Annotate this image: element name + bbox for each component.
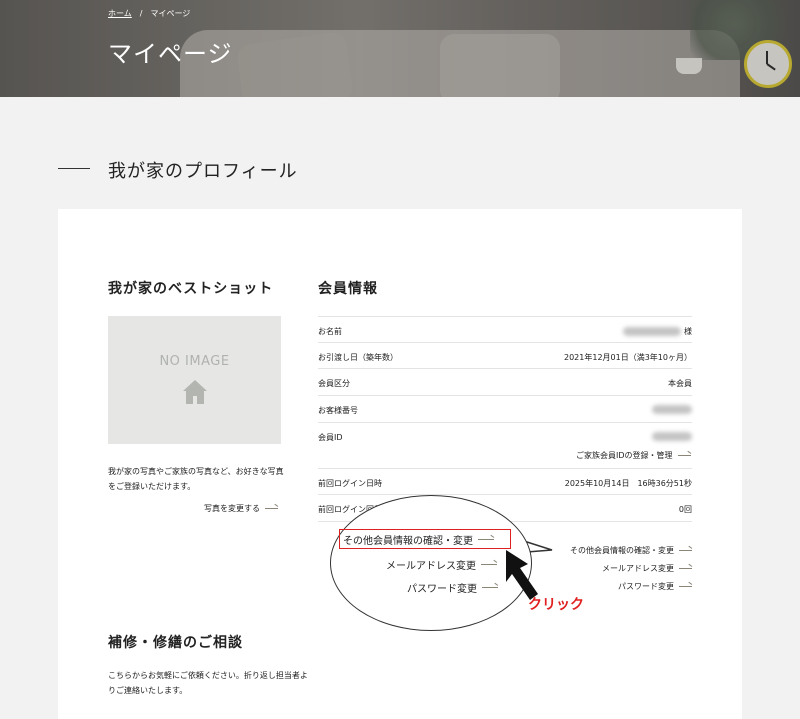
photo-description: 我が家の写真やご家族の写真など、お好きな写真をご登録いただけます。 — [108, 467, 284, 491]
arrow-right-icon — [481, 564, 497, 565]
arrow-right-icon — [482, 587, 498, 588]
arrow-right-icon — [677, 455, 691, 456]
photo-placeholder: NO IMAGE — [108, 316, 281, 444]
arrow-right-icon — [679, 568, 692, 569]
member-row-name: お名前 様 — [318, 316, 692, 343]
row-value: 0回 — [678, 505, 692, 514]
row-label: お客様番号 — [318, 406, 358, 415]
hero-banner: ホーム / マイページ マイページ — [0, 0, 800, 97]
repair-description: こちらからお気軽にご依頼ください。折り返し担当者よりご連絡いたします。 — [108, 671, 308, 695]
arrow-right-icon — [679, 550, 692, 551]
row-value: 2025年10月14日 16時36分51秒 — [564, 479, 692, 488]
row-label: 会員ID — [318, 433, 343, 442]
row-value — [652, 432, 692, 441]
repair-heading: 補修・修繕のご相談 — [108, 635, 243, 651]
callout-password-change-label: パスワード変更 — [407, 584, 477, 595]
row-label: お名前 — [318, 327, 342, 336]
section-title-line — [58, 168, 90, 169]
breadcrumb-current: マイページ — [150, 9, 191, 18]
callout-password-change-link[interactable]: パスワード変更 — [407, 580, 498, 595]
arrow-right-icon — [679, 586, 692, 587]
breadcrumb-separator: / — [139, 9, 143, 18]
honorific-suffix: 様 — [684, 327, 692, 336]
house-icon — [183, 380, 207, 404]
arrow-right-icon — [265, 508, 278, 509]
member-row-membership-type: 会員区分 本会員 — [318, 368, 692, 395]
family-id-link[interactable]: ご家族会員IDの登録・管理 — [576, 450, 691, 461]
masked-value — [652, 405, 692, 414]
other-info-label: その他会員情報の確認・変更 — [570, 546, 674, 555]
page-title: マイページ — [108, 40, 233, 68]
no-image-label: NO IMAGE — [159, 354, 230, 369]
member-row-last-login: 前回ログイン日時 2025年10月14日 16時36分51秒 — [318, 468, 692, 495]
callout-email-change-label: メールアドレス変更 — [386, 561, 476, 572]
callout-email-change-link[interactable]: メールアドレス変更 — [386, 557, 497, 572]
masked-value — [623, 327, 682, 336]
change-photo-label: 写真を変更する — [204, 504, 260, 513]
masked-value — [652, 432, 692, 441]
row-value: 本会員 — [668, 379, 692, 388]
row-label: お引渡し日（築年数） — [318, 353, 398, 362]
email-change-link[interactable]: メールアドレス変更 — [602, 563, 692, 574]
other-info-link[interactable]: その他会員情報の確認・変更 — [570, 545, 692, 556]
row-value — [652, 405, 692, 414]
member-row-member-id: 会員ID — [318, 422, 692, 469]
click-annotation: クリック — [528, 597, 584, 613]
row-label: 前回ログイン日時 — [318, 479, 382, 488]
family-id-label: ご家族会員IDの登録・管理 — [576, 451, 673, 460]
section-title: 我が家のプロフィール — [108, 161, 298, 182]
best-shot-heading: 我が家のベストショット — [108, 281, 274, 297]
row-value: 様 — [623, 326, 692, 337]
email-change-label: メールアドレス変更 — [602, 564, 674, 573]
change-photo-link[interactable]: 写真を変更する — [204, 503, 278, 514]
password-change-label: パスワード変更 — [618, 582, 674, 591]
member-row-delivery-date: お引渡し日（築年数） 2021年12月01日（満3年10ヶ月） — [318, 342, 692, 369]
member-row-customer-number: お客様番号 — [318, 395, 692, 423]
member-info-heading: 会員情報 — [318, 281, 378, 297]
breadcrumb: ホーム / マイページ — [108, 8, 190, 19]
password-change-link[interactable]: パスワード変更 — [618, 581, 692, 592]
row-value: 2021年12月01日（満3年10ヶ月） — [564, 353, 692, 362]
breadcrumb-home-link[interactable]: ホーム — [108, 9, 132, 18]
row-label: 会員区分 — [318, 379, 350, 388]
highlight-box — [339, 529, 511, 549]
